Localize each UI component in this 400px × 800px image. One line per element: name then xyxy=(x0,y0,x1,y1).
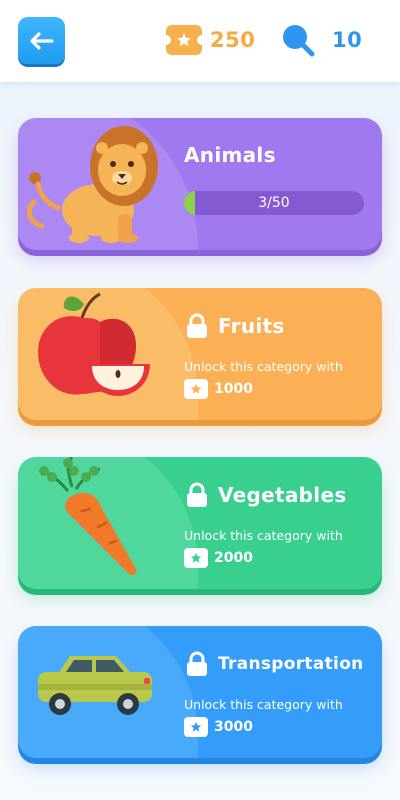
ticket-balance: 250 xyxy=(161,24,256,56)
back-button[interactable] xyxy=(18,17,65,64)
category-card-fruits[interactable]: Fruits Unlock this category with 1000 xyxy=(18,288,382,420)
category-title: Fruits xyxy=(218,314,285,338)
lock-icon xyxy=(187,482,207,507)
cost-value: 3000 xyxy=(214,719,253,735)
unlock-hint: Unlock this category with xyxy=(184,359,343,374)
top-bar: 250 10 xyxy=(0,0,400,82)
hint-count: 10 xyxy=(332,28,363,52)
ticket-icon xyxy=(161,25,207,55)
ticket-count: 250 xyxy=(210,28,256,52)
hint-balance: 10 xyxy=(280,24,363,57)
cost-value: 2000 xyxy=(214,550,253,566)
category-card-vegetables[interactable]: Vegetables Unlock this category with 200… xyxy=(18,457,382,589)
unlock-cost: 2000 xyxy=(184,548,253,568)
ticket-icon xyxy=(184,548,208,568)
car-illustration xyxy=(38,656,152,715)
magnifier-icon xyxy=(283,25,315,57)
lock-icon xyxy=(187,313,207,338)
back-arrow-icon xyxy=(29,31,54,50)
progress-label: 3/50 xyxy=(258,195,290,211)
category-title: Transportation xyxy=(218,654,364,674)
unlock-hint: Unlock this category with xyxy=(184,697,343,712)
carrot-illustration xyxy=(39,457,137,576)
apple-illustration xyxy=(38,292,150,396)
category-card-transportation[interactable]: Transportation Unlock this category with… xyxy=(18,626,382,758)
cost-value: 1000 xyxy=(214,381,253,397)
unlock-cost: 3000 xyxy=(184,717,253,737)
lock-icon xyxy=(187,651,207,676)
category-card-animals[interactable]: Animals 3/50 xyxy=(18,118,382,250)
category-title: Animals xyxy=(184,143,276,167)
ticket-icon xyxy=(184,717,208,737)
unlock-hint: Unlock this category with xyxy=(184,528,343,543)
category-title: Vegetables xyxy=(218,483,347,507)
lion-illustration xyxy=(26,126,158,243)
unlock-cost: 1000 xyxy=(184,379,253,399)
ticket-icon xyxy=(184,379,208,399)
category-progress-bar: 3/50 xyxy=(184,191,364,215)
